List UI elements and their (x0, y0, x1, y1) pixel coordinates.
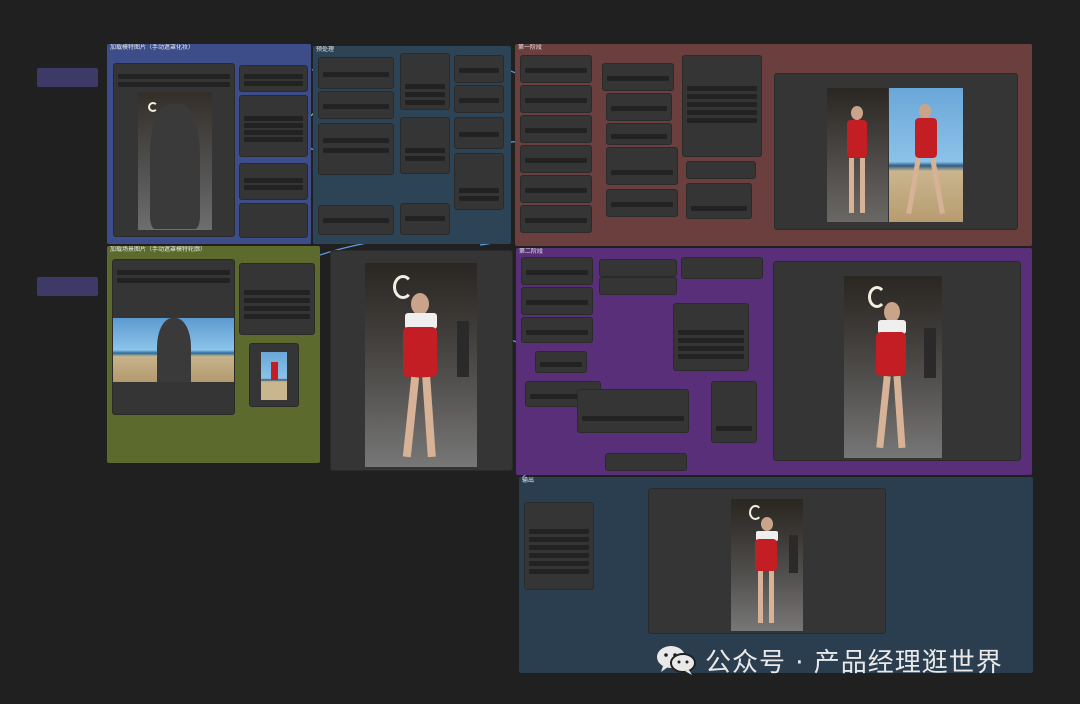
load-image-node[interactable] (114, 64, 234, 236)
load-scene-node[interactable] (113, 260, 234, 414)
preview-node[interactable] (240, 204, 307, 237)
stage1-node[interactable] (607, 124, 671, 144)
stage1-preview-node[interactable] (775, 74, 1017, 229)
group-load-model[interactable]: 加载模特图片（手动遮罩化妆） (107, 44, 311, 244)
floating-note-node[interactable] (37, 68, 98, 87)
stage1-node[interactable] (687, 162, 755, 178)
group-title: 输出 (522, 478, 535, 484)
upscale-node[interactable] (525, 503, 593, 589)
stage2-node[interactable] (712, 382, 756, 442)
mid-preview-node[interactable] (331, 251, 512, 470)
stage1-result-image (827, 88, 888, 222)
stage2-node[interactable] (536, 352, 586, 372)
group-load-scene[interactable]: 加载场景图片（手动遮罩模特轮廓） (107, 246, 320, 463)
stage2-node[interactable] (522, 258, 592, 284)
process-node[interactable] (455, 118, 503, 148)
stage2-node[interactable] (606, 454, 686, 470)
group-preprocess[interactable]: 预处理 (313, 46, 511, 244)
floating-note-node[interactable] (37, 277, 98, 296)
group-stage-one[interactable]: 第一阶段 (515, 44, 1032, 246)
mask-node[interactable] (240, 66, 307, 91)
stage2-result-image (844, 276, 942, 458)
scene-mask-node[interactable] (240, 264, 314, 334)
stage2-node[interactable] (682, 258, 762, 278)
stage1-node[interactable] (521, 86, 591, 112)
stage2-node[interactable] (600, 278, 676, 294)
ksampler2-node[interactable] (674, 304, 748, 370)
process-node[interactable] (455, 154, 503, 209)
process-node[interactable] (319, 206, 393, 234)
crop-node[interactable] (240, 164, 307, 199)
stage1-scene-image (889, 88, 963, 222)
process-node[interactable] (455, 86, 503, 112)
scene-thumb-image (261, 352, 287, 400)
output-result-image (731, 499, 803, 631)
stage2-node[interactable] (522, 288, 592, 314)
scene-preview-node[interactable] (250, 344, 298, 406)
output-preview-node[interactable] (649, 489, 885, 633)
stage1-node[interactable] (521, 206, 591, 232)
process-node[interactable] (455, 56, 503, 82)
stage1-node[interactable] (521, 176, 591, 202)
stage2-preview-node[interactable] (774, 262, 1020, 460)
stage1-node[interactable] (521, 56, 591, 82)
wechat-icon (655, 644, 697, 676)
mid-result-image (365, 263, 477, 467)
stage1-node[interactable] (521, 116, 591, 142)
stage2-node[interactable] (600, 260, 676, 276)
process-node[interactable] (319, 58, 393, 88)
masked-model-image (138, 92, 212, 230)
group-title: 加载场景图片（手动遮罩模特轮廓） (110, 247, 207, 253)
process-node[interactable] (319, 124, 393, 174)
masked-scene-image (113, 318, 234, 382)
stage1-node[interactable] (607, 94, 671, 120)
group-title: 第二阶段 (519, 249, 544, 255)
watermark-text: 公众号 · 产品经理逛世界 (705, 647, 1003, 678)
group-stage-two[interactable]: 第二阶段 (516, 248, 1032, 475)
stage1-node[interactable] (687, 184, 751, 218)
process-node[interactable] (401, 204, 449, 234)
stage1-node[interactable] (521, 146, 591, 172)
group-title: 第一阶段 (518, 45, 543, 51)
stage1-node[interactable] (607, 190, 677, 216)
group-title: 加载模特图片（手动遮罩化妆） (110, 45, 195, 51)
process-node[interactable] (401, 54, 449, 109)
ksampler-node[interactable] (683, 56, 761, 156)
resize-node[interactable] (240, 96, 307, 156)
stage2-node[interactable] (578, 390, 688, 432)
watermark: 公众号 · 产品经理逛世界 (655, 643, 1003, 678)
stage1-node[interactable] (603, 64, 673, 90)
stage2-node[interactable] (522, 318, 592, 342)
stage1-node[interactable] (607, 148, 677, 184)
process-node[interactable] (401, 118, 449, 173)
process-node[interactable] (319, 92, 393, 118)
